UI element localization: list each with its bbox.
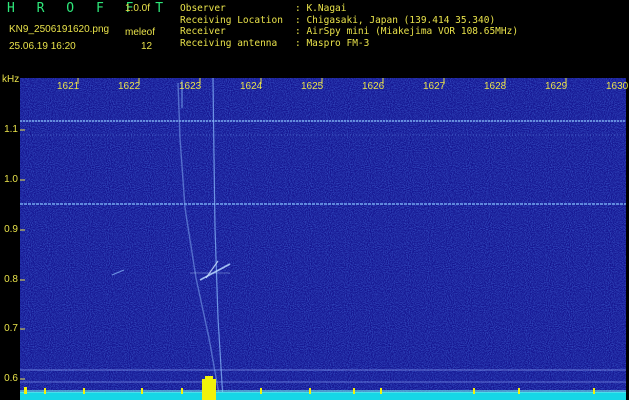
y-tick-label: 1.0 (4, 174, 18, 185)
cyan-baseline (20, 392, 626, 400)
x-tick-label: 1629 (545, 81, 568, 92)
info-value: : AirSpy mini (Miakejima VOR 108.65MHz) (295, 26, 519, 37)
capture-datetime: 25.06.19 16:20 (9, 41, 76, 52)
info-row-location: Receiving Location : Chigasaki, Japan (13… (180, 15, 518, 27)
info-row-receiver: Receiver : AirSpy mini (Miakejima VOR 108… (180, 26, 518, 38)
info-value: : Maspro FM-3 (295, 37, 370, 49)
header-panel: H R O F F T 1.0.0f KN9_2506191620.png me… (0, 0, 629, 74)
x-tick-label: 1626 (362, 81, 385, 92)
spectrogram-plot[interactable] (20, 78, 626, 400)
station-name: meleof (125, 27, 156, 38)
info-value: : K.Nagai (295, 3, 347, 14)
info-value: : Chigasaki, Japan (139.414 35.340) (295, 14, 496, 26)
info-label: Receiving antenna (180, 37, 278, 49)
x-tick-label: 1627 (423, 81, 446, 92)
x-tick-label: 1622 (118, 81, 141, 92)
x-tick-label: 1628 (484, 81, 507, 92)
y-tick-label: 1.1 (4, 124, 18, 135)
plot-noise (20, 78, 626, 400)
y-axis-unit: kHz (2, 74, 20, 85)
observation-info: Observer : K.Nagai Receiving Location : Ch… (180, 3, 518, 49)
info-label: Receiving Location (180, 14, 283, 26)
x-tick-label: 1623 (179, 81, 202, 92)
x-tick-label: 1621 (57, 81, 80, 92)
spectrogram-canvas (20, 78, 626, 400)
info-label: Receiver (180, 26, 226, 37)
app-version: 1.0.0f (125, 3, 151, 14)
info-row-antenna: Receiving antenna : Maspro FM-3 (180, 38, 518, 50)
y-tick-label: 0.7 (4, 323, 18, 334)
baseline-band (20, 390, 626, 400)
x-tick-label: 1625 (301, 81, 324, 92)
info-row-observer: Observer : K.Nagai (180, 3, 518, 15)
x-tick-label: 1624 (240, 81, 263, 92)
frame-index: 12 (141, 41, 153, 52)
x-tick-label: 1630 (606, 81, 629, 92)
info-label: Observer (180, 3, 226, 14)
file-name: KN9_2506191620.png (9, 24, 110, 35)
y-tick-label: 0.6 (4, 373, 18, 384)
y-tick-label: 0.8 (4, 274, 18, 285)
y-tick-label: 0.9 (4, 224, 18, 235)
yellow-burst (202, 379, 216, 400)
